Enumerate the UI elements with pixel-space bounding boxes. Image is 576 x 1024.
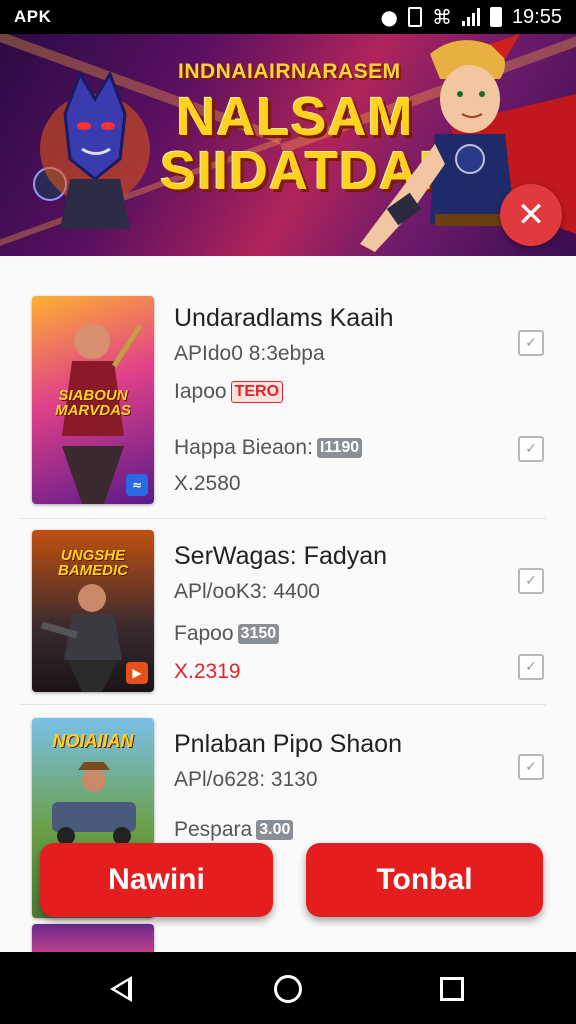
close-icon: ✕ bbox=[516, 195, 546, 235]
item-title[interactable]: SerWagas: Fadyan bbox=[174, 542, 387, 571]
item-checkbox[interactable]: ✓ bbox=[518, 568, 544, 594]
detail-tag: 3.00 bbox=[256, 820, 294, 841]
thumbnail-title: SIABOUN MARVDAS bbox=[55, 387, 131, 419]
clock: 19:55 bbox=[511, 5, 562, 28]
game-thumbnail[interactable]: UNGSHE BAMEDIC ▶ bbox=[32, 530, 154, 692]
status-bar: APK ● ⌘ 19:55 bbox=[0, 0, 576, 34]
item-title[interactable]: Undaradlams Kaaih bbox=[174, 304, 394, 333]
dnd-icon bbox=[407, 7, 422, 27]
item-price: X.2319 bbox=[174, 660, 241, 683]
detail-label: Happa Bieaon: bbox=[174, 436, 313, 459]
navigation-bar bbox=[0, 952, 576, 1024]
check-icon: ✓ bbox=[525, 659, 537, 675]
thumbnail-title: UNGSHE BAMEDIC bbox=[58, 547, 128, 579]
list-item[interactable]: UNGSHE BAMEDIC ▶ SerWagas: Fadyan APl/oo… bbox=[20, 518, 546, 705]
check-icon: ✓ bbox=[525, 335, 537, 351]
left-action-button[interactable]: Nawini bbox=[40, 843, 273, 917]
back-icon[interactable] bbox=[110, 976, 132, 1002]
game-thumbnail[interactable]: SIABOUN MARVDAS ≈ bbox=[32, 296, 154, 504]
item-title[interactable]: Pnlaban Pipo Shaon bbox=[174, 730, 402, 759]
wifi-icon: ⌘ bbox=[431, 5, 452, 29]
right-action-button[interactable]: Tonbal bbox=[306, 843, 543, 917]
check-icon: ✓ bbox=[525, 441, 537, 457]
game-thumbnail[interactable] bbox=[32, 924, 154, 952]
promo-banner[interactable]: INDNAIAIRNARASEM NALSAM SIIDATDAN ✕ bbox=[0, 34, 576, 256]
item-api-line: APIdo0 8:3ebpa bbox=[174, 342, 325, 365]
detail-tag: TERO bbox=[230, 381, 284, 404]
detail-label: Iapoo bbox=[174, 380, 227, 403]
item-price: X.2580 bbox=[174, 472, 241, 495]
signal-icon bbox=[461, 8, 480, 26]
item-checkbox[interactable]: ✓ bbox=[518, 330, 544, 356]
carrier-label: APK bbox=[14, 7, 52, 26]
messenger-icon: ≈ bbox=[126, 474, 148, 496]
item-api-line: APl/o628: 3130 bbox=[174, 768, 318, 791]
home-icon[interactable] bbox=[274, 975, 302, 1003]
item-checkbox[interactable]: ✓ bbox=[518, 754, 544, 780]
play-icon: ▶ bbox=[126, 662, 148, 684]
item-checkbox[interactable]: ✓ bbox=[518, 654, 544, 680]
item-detail-line: Iapoo TERO bbox=[174, 380, 284, 404]
villain-character-illustration bbox=[33, 70, 150, 229]
check-icon: ✓ bbox=[525, 573, 537, 589]
item-detail-line: Happa Bieaon: I1190 bbox=[174, 436, 363, 460]
item-api-line: APl/ooK3: 4400 bbox=[174, 580, 320, 603]
alarm-icon: ● bbox=[380, 5, 398, 29]
item-detail-line: Pespara 3.00 bbox=[174, 818, 294, 842]
detail-tag: 3150 bbox=[237, 624, 280, 645]
battery-icon bbox=[489, 7, 502, 27]
item-checkbox[interactable]: ✓ bbox=[518, 436, 544, 462]
item-detail-line: Fapoo 3150 bbox=[174, 622, 280, 646]
recent-apps-icon[interactable] bbox=[440, 977, 464, 1001]
detail-label: Pespara bbox=[174, 818, 253, 841]
detail-tag: I1190 bbox=[316, 438, 363, 459]
close-banner-button[interactable]: ✕ bbox=[500, 184, 562, 246]
thumbnail-title: NOIAIIAN bbox=[52, 731, 134, 751]
check-icon: ✓ bbox=[525, 759, 537, 775]
list-item[interactable]: SIABOUN MARVDAS ≈ Undaradlams Kaaih APId… bbox=[20, 256, 546, 519]
detail-label: Fapoo bbox=[174, 622, 234, 645]
